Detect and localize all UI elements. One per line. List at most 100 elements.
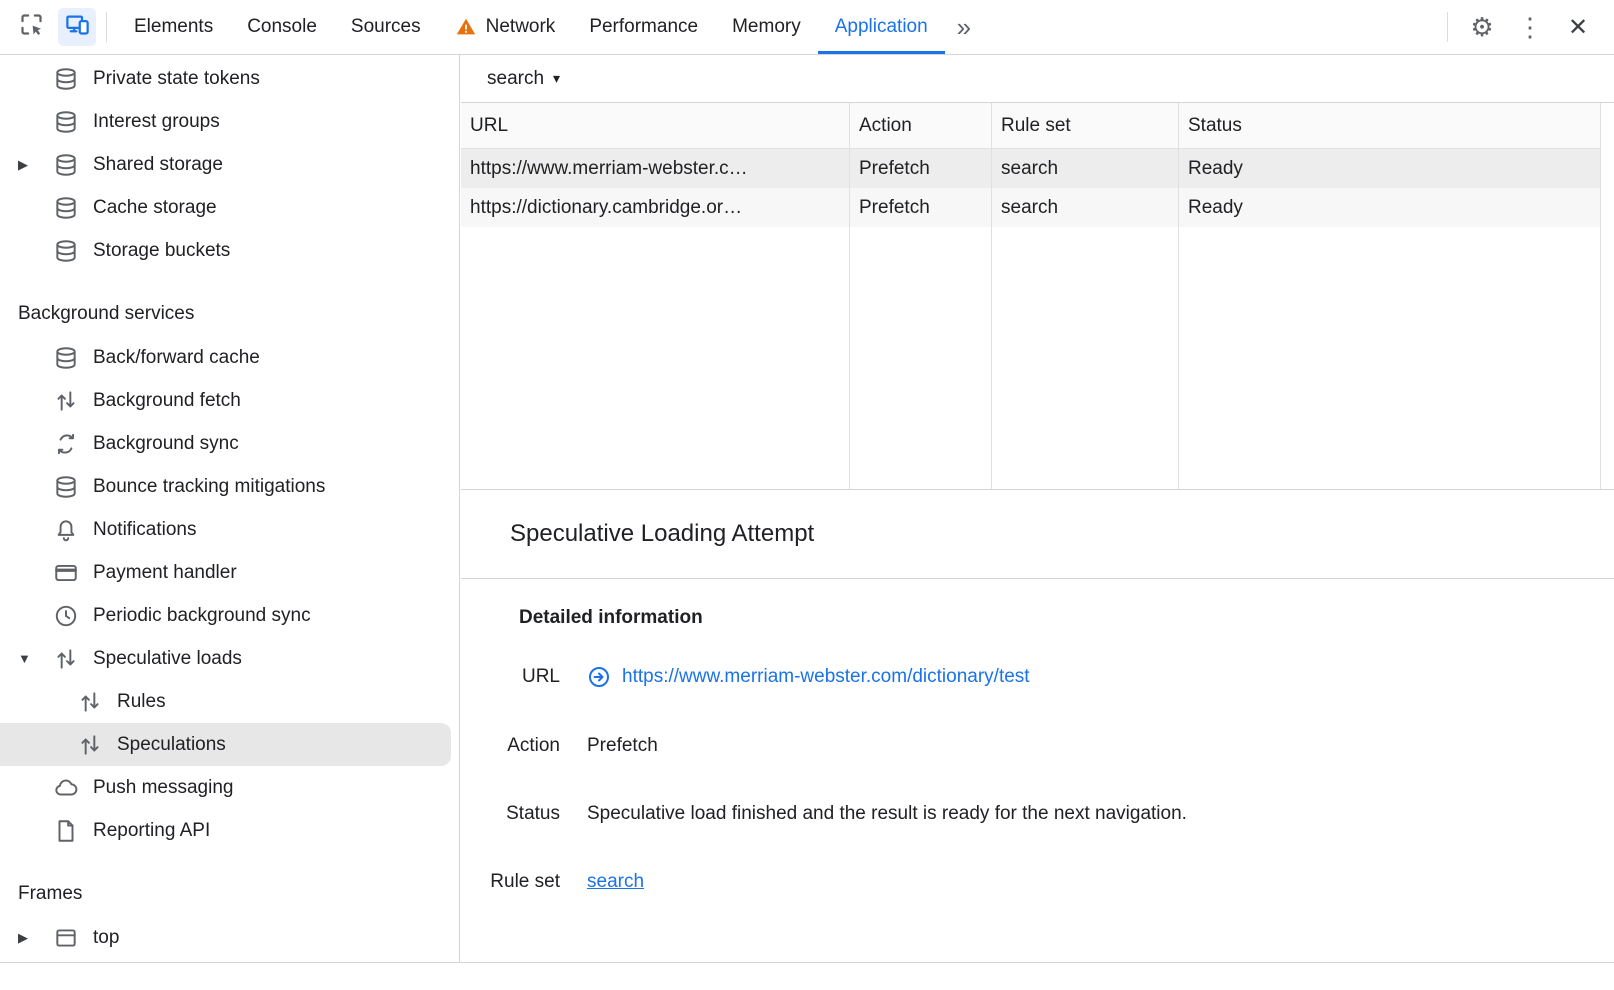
- inspect-cursor-icon: [18, 11, 45, 43]
- sidebar-item-label: Rules: [117, 691, 166, 713]
- table-row-cell-rule-set[interactable]: search: [991, 149, 1178, 188]
- table-filler: [849, 227, 991, 489]
- sidebar-item-label: Notifications: [93, 519, 197, 541]
- sidebar-item-background-sync[interactable]: Background sync: [0, 422, 459, 465]
- sidebar-item-speculations[interactable]: Speculations: [0, 723, 451, 766]
- tab-sources[interactable]: Sources: [334, 0, 438, 54]
- database-icon: [53, 238, 79, 264]
- sync-arrows-icon: [53, 431, 79, 457]
- attempt-title: Speculative Loading Attempt: [461, 489, 1614, 579]
- column-header-url[interactable]: URL: [461, 103, 849, 149]
- sidebar-item-label: Interest groups: [93, 111, 220, 133]
- table-row-cell-status[interactable]: Ready: [1178, 149, 1600, 188]
- action-value: Prefetch: [587, 735, 1614, 757]
- sidebar-item-label: Payment handler: [93, 562, 237, 584]
- devtools-toolbar: Elements Console Sources Network Perform…: [0, 0, 1614, 55]
- credit-card-icon: [53, 560, 79, 586]
- table-row-cell-action[interactable]: Prefetch: [849, 188, 991, 227]
- twisty-collapsed-icon[interactable]: ▶: [18, 157, 53, 173]
- attempt-details: Detailed information URL https://www.mer…: [461, 579, 1614, 893]
- bottom-divider: [0, 962, 1614, 963]
- sidebar-item-label: Bounce tracking mitigations: [93, 476, 325, 498]
- toolbar-separator: [106, 12, 107, 42]
- table-filler: [461, 227, 849, 489]
- sidebar-item-rules[interactable]: Rules: [0, 680, 459, 723]
- swap-vertical-arrows-icon: [53, 646, 79, 672]
- database-icon: [53, 195, 79, 221]
- sidebar-item-background-fetch[interactable]: Background fetch: [0, 379, 459, 422]
- sidebar-item-label: Storage buckets: [93, 240, 230, 262]
- reveal-icon[interactable]: [587, 665, 611, 689]
- settings-gear-icon[interactable]: ⚙: [1458, 12, 1506, 43]
- toggle-device-toolbar-button[interactable]: [58, 8, 96, 46]
- toolbar-right-icons: ⚙ ⋮ ✕: [1437, 12, 1614, 43]
- sidebar-item-interest-groups[interactable]: Interest groups: [0, 100, 459, 143]
- detail-row-url: URL https://www.merriam-webster.com/dict…: [461, 665, 1614, 689]
- ruleset-filter-dropdown[interactable]: search: [487, 68, 544, 90]
- ruleset-filter-bar: search ▾: [461, 55, 1614, 103]
- table-row-cell-status[interactable]: Ready: [1178, 188, 1600, 227]
- more-tabs-icon[interactable]: »: [945, 12, 983, 43]
- tab-console[interactable]: Console: [230, 0, 334, 54]
- database-icon: [53, 109, 79, 135]
- tab-application[interactable]: Application: [818, 0, 945, 54]
- sidebar-item-label: Back/forward cache: [93, 347, 260, 369]
- tab-memory[interactable]: Memory: [715, 0, 818, 54]
- close-icon[interactable]: ✕: [1554, 13, 1602, 42]
- rule-set-link[interactable]: search: [587, 871, 644, 893]
- sidebar-item-bounce-tracking-mitigations[interactable]: Bounce tracking mitigations: [0, 465, 459, 508]
- detail-row-action: Action Prefetch: [461, 735, 1614, 757]
- sidebar-item-storage-buckets[interactable]: Storage buckets: [0, 229, 459, 272]
- kebab-menu-icon[interactable]: ⋮: [1506, 12, 1554, 43]
- sidebar-item-push-messaging[interactable]: Push messaging: [0, 766, 459, 809]
- status-label: Status: [461, 803, 560, 825]
- sidebar-item-notifications[interactable]: Notifications: [0, 508, 459, 551]
- bell-icon: [53, 517, 79, 543]
- sidebar-item-shared-storage[interactable]: ▶ Shared storage: [0, 143, 459, 186]
- chevron-down-icon[interactable]: ▾: [553, 70, 560, 87]
- table-row-cell-url[interactable]: https://dictionary.cambridge.or…: [461, 188, 849, 227]
- sidebar-item-label: Push messaging: [93, 777, 233, 799]
- sidebar-item-private-state-tokens[interactable]: Private state tokens: [0, 57, 459, 100]
- tab-elements[interactable]: Elements: [117, 0, 230, 54]
- database-icon: [53, 66, 79, 92]
- swap-vertical-arrows-icon: [77, 732, 103, 758]
- inspect-element-button[interactable]: [12, 8, 50, 46]
- sidebar-item-label: Background fetch: [93, 390, 241, 412]
- sidebar-item-reporting-api[interactable]: Reporting API: [0, 809, 459, 852]
- sidebar-item-payment-handler[interactable]: Payment handler: [0, 551, 459, 594]
- sidebar-item-speculative-loads[interactable]: ▼ Speculative loads: [0, 637, 459, 680]
- sidebar-item-cache-storage[interactable]: Cache storage: [0, 186, 459, 229]
- tab-network[interactable]: Network: [438, 0, 573, 54]
- column-header-action[interactable]: Action: [849, 103, 991, 149]
- sidebar-item-label: Speculations: [117, 734, 226, 756]
- status-value: Speculative load finished and the result…: [587, 803, 1614, 825]
- column-header-rule-set[interactable]: Rule set: [991, 103, 1178, 149]
- warning-icon: [455, 16, 477, 38]
- twisty-collapsed-icon[interactable]: ▶: [18, 930, 53, 946]
- url-label: URL: [461, 666, 560, 688]
- attempt-url-link[interactable]: https://www.merriam-webster.com/dictiona…: [622, 666, 1030, 688]
- sidebar-item-top-frame[interactable]: ▶ top: [0, 916, 459, 959]
- table-row-cell-url[interactable]: https://www.merriam-webster.c…: [461, 149, 849, 188]
- table-filler: [991, 227, 1178, 489]
- sidebar-item-back-forward-cache[interactable]: Back/forward cache: [0, 336, 459, 379]
- action-label: Action: [461, 735, 560, 757]
- detail-row-status: Status Speculative load finished and the…: [461, 803, 1614, 825]
- cloud-icon: [53, 775, 79, 801]
- tab-performance[interactable]: Performance: [572, 0, 715, 54]
- table-row-cell-rule-set[interactable]: search: [991, 188, 1178, 227]
- column-header-status[interactable]: Status: [1178, 103, 1600, 149]
- sidebar-item-label: top: [93, 927, 119, 949]
- sidebar-item-label: Speculative loads: [93, 648, 242, 670]
- twisty-expanded-icon[interactable]: ▼: [18, 651, 53, 666]
- sidebar-item-label: Periodic background sync: [93, 605, 311, 627]
- table-row-cell-action[interactable]: Prefetch: [849, 149, 991, 188]
- table-filler: [1178, 227, 1600, 489]
- document-icon: [53, 818, 79, 844]
- rule-set-label: Rule set: [461, 871, 560, 893]
- detailed-information-heading: Detailed information: [519, 607, 1614, 629]
- panel-tabs: Elements Console Sources Network Perform…: [117, 0, 945, 54]
- sidebar-item-periodic-background-sync[interactable]: Periodic background sync: [0, 594, 459, 637]
- database-icon: [53, 474, 79, 500]
